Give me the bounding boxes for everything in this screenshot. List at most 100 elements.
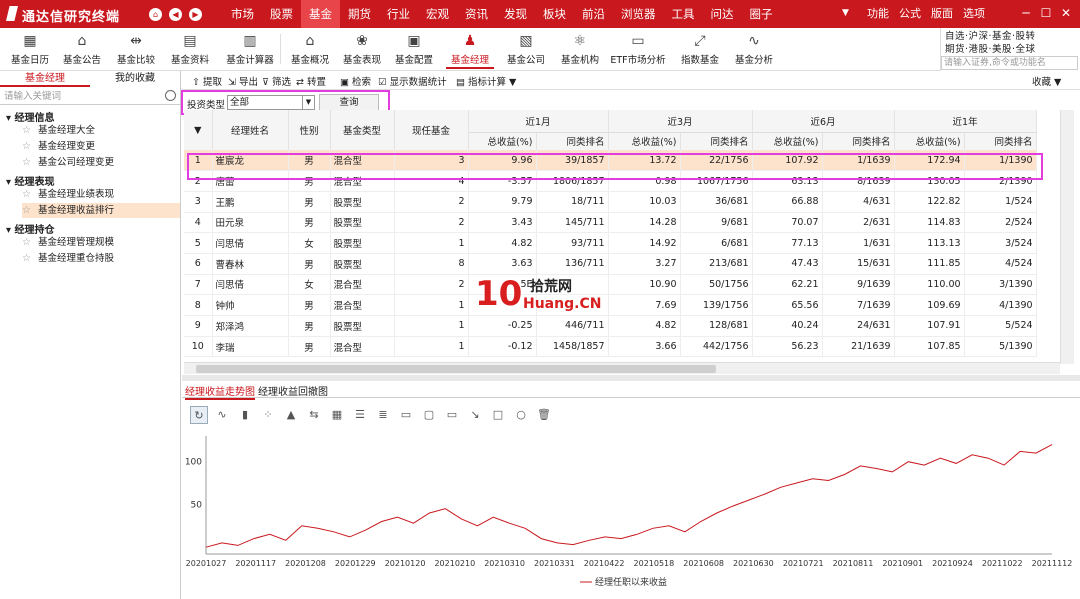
rect-icon[interactable]: □	[489, 406, 507, 424]
tree-item-0-2[interactable]: 基金公司经理变更	[22, 155, 180, 170]
sub-header-return[interactable]: 总收益(%)	[468, 132, 537, 150]
sub-header-return[interactable]: 总收益(%)	[608, 132, 681, 150]
list-icon[interactable]: ☰	[351, 406, 369, 424]
sub-header-rank[interactable]: 同类排名	[822, 132, 895, 150]
table-row[interactable]: 3 王鹏男股票型 2 9.79 18/711 10.03 36/681 66.88 4/631 1…	[184, 191, 1037, 213]
toolbar-item-2[interactable]: ⇹ 基金比较	[112, 30, 160, 69]
table-row[interactable]: 5 闫思倩女股票型 1 4.82 93/711 14.92 6/681 77.13 1/631 1…	[184, 232, 1037, 254]
vertical-scrollbar[interactable]	[1060, 110, 1074, 364]
right-menu-item-3[interactable]: 选项	[958, 0, 990, 28]
toolbar-item-8[interactable]: ♟ 基金经理	[446, 30, 494, 69]
grid-icon[interactable]: ▦	[328, 406, 346, 424]
collapse-icon[interactable]: ▾	[6, 113, 11, 124]
close-icon[interactable]: ✕	[1058, 5, 1074, 21]
tab-fund-manager[interactable]: 基金经理	[0, 71, 90, 87]
right-menu-item-2[interactable]: 版面	[926, 0, 958, 28]
investment-type-select[interactable]: 全部 ▼	[227, 95, 315, 110]
toolbar-item-13[interactable]: ∿ 基金分析	[730, 30, 778, 69]
menu-item-3[interactable]: 期货	[340, 0, 379, 28]
security-search-input[interactable]: 请输入证券,命令或功能名	[941, 56, 1078, 70]
menu-item-8[interactable]: 板块	[535, 0, 574, 28]
table-row[interactable]: 7 闫思倩女混合型 2 5E 10.90 50/1756 62.21 9/1639 110.00…	[184, 274, 1037, 296]
grid-tool-5[interactable]: ☑ 显示数据统计	[378, 74, 447, 88]
grid-tool-6[interactable]: ▤ 指标计算 ▼	[456, 74, 516, 88]
area-icon[interactable]: ▲	[282, 406, 300, 424]
menu-item-12[interactable]: 问达	[703, 0, 742, 28]
tab-drawdown[interactable]: 经理收益回撤图	[258, 383, 328, 398]
quick-links-line1[interactable]: 自选·沪深·基金·股转	[945, 28, 1036, 42]
right-menu-item-0[interactable]: 功能	[862, 0, 894, 28]
arrow-icon[interactable]: ↘	[466, 406, 484, 424]
menu-item-5[interactable]: 宏观	[418, 0, 457, 28]
sub-header-return[interactable]: 总收益(%)	[752, 132, 823, 150]
table-row[interactable]: 6 曹春林男股票型 8 3.63 136/711 3.27 213/681 47.43 15/6…	[184, 253, 1037, 275]
query-button[interactable]: 查询	[319, 94, 379, 111]
table-row[interactable]: 4 田元泉男股票型 2 3.43 145/711 14.28 9/681 70.07 2/631…	[184, 212, 1037, 234]
toolbar-item-4[interactable]: ▥ 基金计算器	[222, 30, 278, 69]
quick-links-line2[interactable]: 期货·港股·美股·全球	[945, 41, 1036, 55]
tree-item-2-1[interactable]: 基金经理重仓持股	[22, 251, 180, 266]
right-menu-item-1[interactable]: 公式	[894, 0, 926, 28]
sub-header-rank[interactable]: 同类排名	[536, 132, 609, 150]
scatter-icon[interactable]: ⁘	[259, 406, 277, 424]
menu-item-0[interactable]: 市场	[223, 0, 262, 28]
trash-icon[interactable]: 🗑	[535, 406, 553, 424]
search-icon[interactable]	[165, 90, 176, 101]
menu-item-7[interactable]: 发现	[496, 0, 535, 28]
table-icon[interactable]: ≣	[374, 406, 392, 424]
grid-tool-3[interactable]: ⇄ 转置	[296, 74, 326, 88]
collect-button[interactable]: 收藏 ▼	[1032, 74, 1061, 88]
tree-group-2[interactable]: ▾ 经理持仓	[6, 221, 55, 236]
collapse-icon[interactable]: ▾	[6, 225, 11, 236]
toolbar-item-6[interactable]: ❀ 基金表现	[338, 30, 386, 69]
text-icon[interactable]: ▭	[397, 406, 415, 424]
chevron-down-icon[interactable]: ▼	[302, 96, 314, 109]
table-row[interactable]: 1 崔宸龙男混合型 3 9.96 39/1857 13.72 22/1756 107.92 1/…	[184, 150, 1037, 172]
tab-return-trend[interactable]: 经理收益走势图	[185, 383, 255, 400]
keyword-search-input[interactable]: 请输入关键词	[0, 89, 180, 105]
tree-item-1-1[interactable]: 基金经理收益排行	[22, 203, 180, 218]
col-header-1[interactable]: 性别	[288, 110, 331, 150]
tree-item-2-0[interactable]: 基金经理管理规模	[22, 235, 180, 250]
sort-icon[interactable]: ▼	[184, 110, 213, 150]
toolbar-item-0[interactable]: ▦ 基金日历	[6, 30, 54, 69]
collapse-icon[interactable]: ▾	[6, 177, 11, 188]
menu-item-13[interactable]: 圈子	[742, 0, 781, 28]
table-row[interactable]: 9 郑泽鸿男股票型 1 -0.25 446/711 4.82 128/681 40.24 24/…	[184, 315, 1037, 337]
toolbar-item-10[interactable]: ⚛ 基金机构	[556, 30, 604, 69]
home-icon[interactable]: ⌂	[149, 8, 162, 21]
sub-header-return[interactable]: 总收益(%)	[894, 132, 965, 150]
horizontal-scrollbar[interactable]	[184, 362, 1060, 374]
toolbar-item-7[interactable]: ▣ 基金配置	[390, 30, 438, 69]
col-header-3[interactable]: 现任基金	[394, 110, 469, 150]
refresh-icon[interactable]: ↻	[190, 406, 208, 424]
tree-item-0-0[interactable]: 基金经理大全	[22, 123, 180, 138]
tree-group-0[interactable]: ▾ 经理信息	[6, 109, 55, 124]
swap-icon[interactable]: ⇆	[305, 406, 323, 424]
col-header-2[interactable]: 基金类型	[330, 110, 395, 150]
menu-item-6[interactable]: 资讯	[457, 0, 496, 28]
menu-item-2[interactable]: 基金	[301, 0, 340, 28]
grid-tool-1[interactable]: ⇲ 导出	[228, 74, 258, 88]
forward-icon[interactable]: ▶	[189, 8, 202, 21]
grid-tool-2[interactable]: ⊽ 筛选	[262, 74, 291, 88]
toolbar-item-11[interactable]: ▭ ETF市场分析	[608, 30, 668, 69]
menu-item-9[interactable]: 前沿	[574, 0, 613, 28]
menu-item-11[interactable]: 工具	[664, 0, 703, 28]
grid-tool-4[interactable]: ▣ 检索	[340, 74, 371, 88]
table-row[interactable]: 8 钟帅男混合型 1 7.69 139/1756 65.56 7/1639 109.69 4/1…	[184, 294, 1037, 316]
grid-tool-0[interactable]: ⇧ 提取	[192, 74, 222, 88]
note-icon[interactable]: ▢	[420, 406, 438, 424]
tree-group-1[interactable]: ▾ 经理表现	[6, 173, 55, 188]
menu-item-1[interactable]: 股票	[262, 0, 301, 28]
tree-item-0-1[interactable]: 基金经理变更	[22, 139, 180, 154]
sub-header-rank[interactable]: 同类排名	[964, 132, 1037, 150]
toolbar-item-1[interactable]: ⌂ 基金公告	[58, 30, 106, 69]
sub-header-rank[interactable]: 同类排名	[680, 132, 753, 150]
menu-item-4[interactable]: 行业	[379, 0, 418, 28]
toolbar-item-5[interactable]: ⌂ 基金概况	[286, 30, 334, 69]
toolbar-item-12[interactable]: ⤢ 指数基金	[676, 30, 724, 69]
tree-item-1-0[interactable]: 基金经理业绩表现	[22, 187, 180, 202]
toolbar-item-9[interactable]: ▧ 基金公司	[502, 30, 550, 69]
table-row[interactable]: 10 李瑞男混合型 1 -0.12 1458/1857 3.66 442/1756 56.23…	[184, 336, 1037, 358]
